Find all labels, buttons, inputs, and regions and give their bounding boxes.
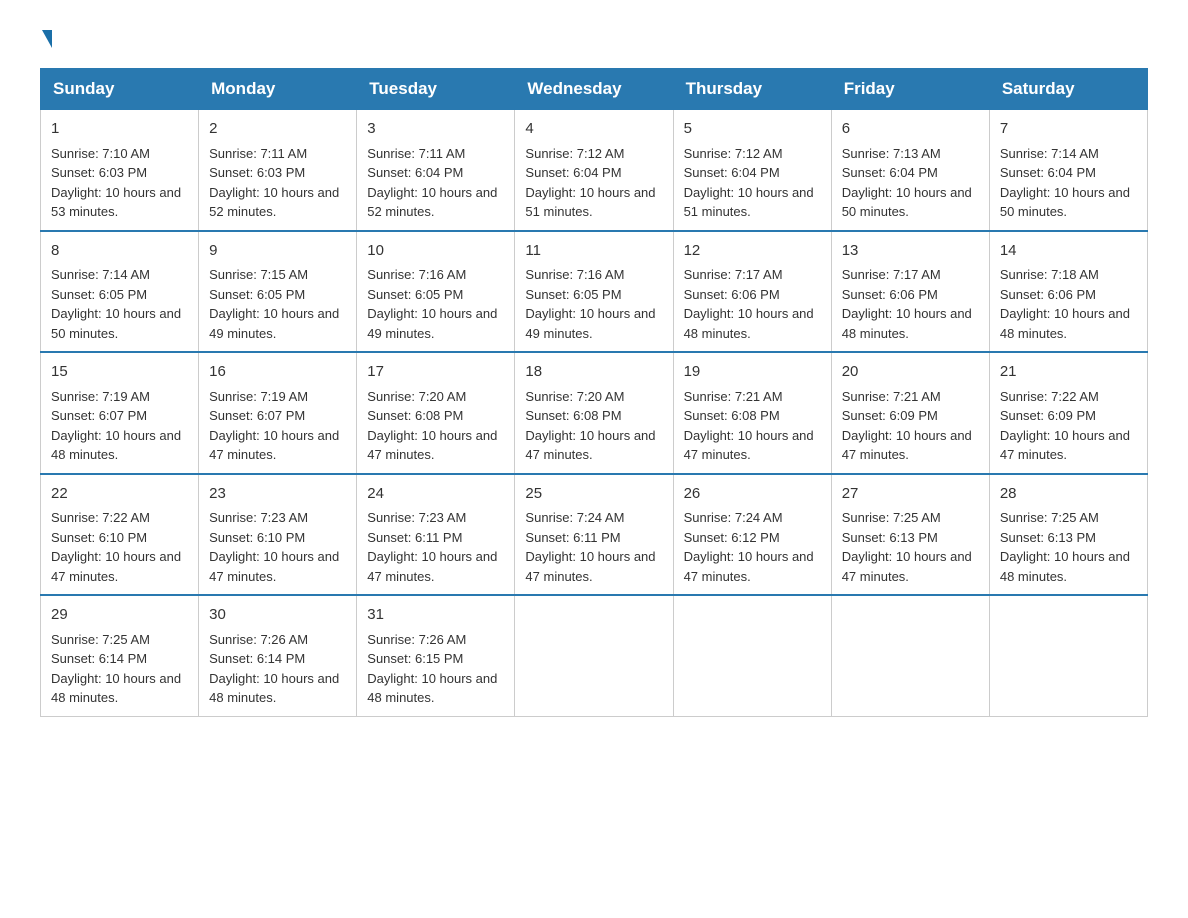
day-number: 17: [367, 361, 504, 384]
day-number: 5: [684, 118, 821, 141]
day-number: 2: [209, 118, 346, 141]
logo-text: [40, 30, 54, 48]
calendar-cell: [831, 595, 989, 716]
calendar-cell: 2Sunrise: 7:11 AMSunset: 6:03 PMDaylight…: [199, 110, 357, 231]
day-number: 12: [684, 240, 821, 263]
calendar-cell: 20Sunrise: 7:21 AMSunset: 6:09 PMDayligh…: [831, 352, 989, 474]
calendar-cell: 13Sunrise: 7:17 AMSunset: 6:06 PMDayligh…: [831, 231, 989, 353]
calendar-cell: 7Sunrise: 7:14 AMSunset: 6:04 PMDaylight…: [989, 110, 1147, 231]
week-row-3: 15Sunrise: 7:19 AMSunset: 6:07 PMDayligh…: [41, 352, 1148, 474]
day-number: 11: [525, 240, 662, 263]
calendar-cell: 29Sunrise: 7:25 AMSunset: 6:14 PMDayligh…: [41, 595, 199, 716]
calendar-cell: 12Sunrise: 7:17 AMSunset: 6:06 PMDayligh…: [673, 231, 831, 353]
day-number: 10: [367, 240, 504, 263]
day-number: 21: [1000, 361, 1137, 384]
calendar-cell: 9Sunrise: 7:15 AMSunset: 6:05 PMDaylight…: [199, 231, 357, 353]
calendar-cell: 18Sunrise: 7:20 AMSunset: 6:08 PMDayligh…: [515, 352, 673, 474]
calendar-body: 1Sunrise: 7:10 AMSunset: 6:03 PMDaylight…: [41, 110, 1148, 717]
calendar-cell: 1Sunrise: 7:10 AMSunset: 6:03 PMDaylight…: [41, 110, 199, 231]
day-number: 18: [525, 361, 662, 384]
day-number: 27: [842, 483, 979, 506]
calendar-header: SundayMondayTuesdayWednesdayThursdayFrid…: [41, 69, 1148, 110]
day-number: 3: [367, 118, 504, 141]
header-cell-tuesday: Tuesday: [357, 69, 515, 110]
calendar-cell: [989, 595, 1147, 716]
day-number: 19: [684, 361, 821, 384]
day-number: 6: [842, 118, 979, 141]
day-number: 30: [209, 604, 346, 627]
header-cell-saturday: Saturday: [989, 69, 1147, 110]
day-number: 25: [525, 483, 662, 506]
week-row-4: 22Sunrise: 7:22 AMSunset: 6:10 PMDayligh…: [41, 474, 1148, 596]
page-header: [40, 30, 1148, 48]
header-cell-friday: Friday: [831, 69, 989, 110]
header-cell-thursday: Thursday: [673, 69, 831, 110]
day-number: 14: [1000, 240, 1137, 263]
calendar-cell: 15Sunrise: 7:19 AMSunset: 6:07 PMDayligh…: [41, 352, 199, 474]
calendar-cell: 5Sunrise: 7:12 AMSunset: 6:04 PMDaylight…: [673, 110, 831, 231]
calendar-cell: 27Sunrise: 7:25 AMSunset: 6:13 PMDayligh…: [831, 474, 989, 596]
calendar-cell: 17Sunrise: 7:20 AMSunset: 6:08 PMDayligh…: [357, 352, 515, 474]
calendar-cell: 6Sunrise: 7:13 AMSunset: 6:04 PMDaylight…: [831, 110, 989, 231]
header-cell-sunday: Sunday: [41, 69, 199, 110]
calendar-cell: 8Sunrise: 7:14 AMSunset: 6:05 PMDaylight…: [41, 231, 199, 353]
day-number: 26: [684, 483, 821, 506]
calendar-cell: 30Sunrise: 7:26 AMSunset: 6:14 PMDayligh…: [199, 595, 357, 716]
day-number: 1: [51, 118, 188, 141]
day-number: 9: [209, 240, 346, 263]
week-row-5: 29Sunrise: 7:25 AMSunset: 6:14 PMDayligh…: [41, 595, 1148, 716]
calendar-cell: 11Sunrise: 7:16 AMSunset: 6:05 PMDayligh…: [515, 231, 673, 353]
day-number: 28: [1000, 483, 1137, 506]
day-number: 20: [842, 361, 979, 384]
calendar-cell: 16Sunrise: 7:19 AMSunset: 6:07 PMDayligh…: [199, 352, 357, 474]
calendar-cell: [673, 595, 831, 716]
calendar-cell: 25Sunrise: 7:24 AMSunset: 6:11 PMDayligh…: [515, 474, 673, 596]
week-row-1: 1Sunrise: 7:10 AMSunset: 6:03 PMDaylight…: [41, 110, 1148, 231]
day-number: 23: [209, 483, 346, 506]
day-number: 7: [1000, 118, 1137, 141]
calendar-cell: 31Sunrise: 7:26 AMSunset: 6:15 PMDayligh…: [357, 595, 515, 716]
calendar-cell: [515, 595, 673, 716]
logo-triangle-icon: [42, 30, 52, 48]
header-cell-wednesday: Wednesday: [515, 69, 673, 110]
day-number: 8: [51, 240, 188, 263]
calendar-cell: 22Sunrise: 7:22 AMSunset: 6:10 PMDayligh…: [41, 474, 199, 596]
calendar-cell: 24Sunrise: 7:23 AMSunset: 6:11 PMDayligh…: [357, 474, 515, 596]
day-number: 4: [525, 118, 662, 141]
calendar-cell: 26Sunrise: 7:24 AMSunset: 6:12 PMDayligh…: [673, 474, 831, 596]
day-number: 13: [842, 240, 979, 263]
logo: [40, 30, 54, 48]
week-row-2: 8Sunrise: 7:14 AMSunset: 6:05 PMDaylight…: [41, 231, 1148, 353]
calendar-cell: 14Sunrise: 7:18 AMSunset: 6:06 PMDayligh…: [989, 231, 1147, 353]
calendar-cell: 23Sunrise: 7:23 AMSunset: 6:10 PMDayligh…: [199, 474, 357, 596]
calendar-cell: 21Sunrise: 7:22 AMSunset: 6:09 PMDayligh…: [989, 352, 1147, 474]
calendar-cell: 3Sunrise: 7:11 AMSunset: 6:04 PMDaylight…: [357, 110, 515, 231]
day-number: 31: [367, 604, 504, 627]
day-number: 15: [51, 361, 188, 384]
calendar-cell: 10Sunrise: 7:16 AMSunset: 6:05 PMDayligh…: [357, 231, 515, 353]
header-row: SundayMondayTuesdayWednesdayThursdayFrid…: [41, 69, 1148, 110]
calendar-cell: 28Sunrise: 7:25 AMSunset: 6:13 PMDayligh…: [989, 474, 1147, 596]
calendar-cell: 4Sunrise: 7:12 AMSunset: 6:04 PMDaylight…: [515, 110, 673, 231]
header-cell-monday: Monday: [199, 69, 357, 110]
day-number: 24: [367, 483, 504, 506]
calendar-cell: 19Sunrise: 7:21 AMSunset: 6:08 PMDayligh…: [673, 352, 831, 474]
calendar-table: SundayMondayTuesdayWednesdayThursdayFrid…: [40, 68, 1148, 717]
day-number: 16: [209, 361, 346, 384]
day-number: 29: [51, 604, 188, 627]
day-number: 22: [51, 483, 188, 506]
